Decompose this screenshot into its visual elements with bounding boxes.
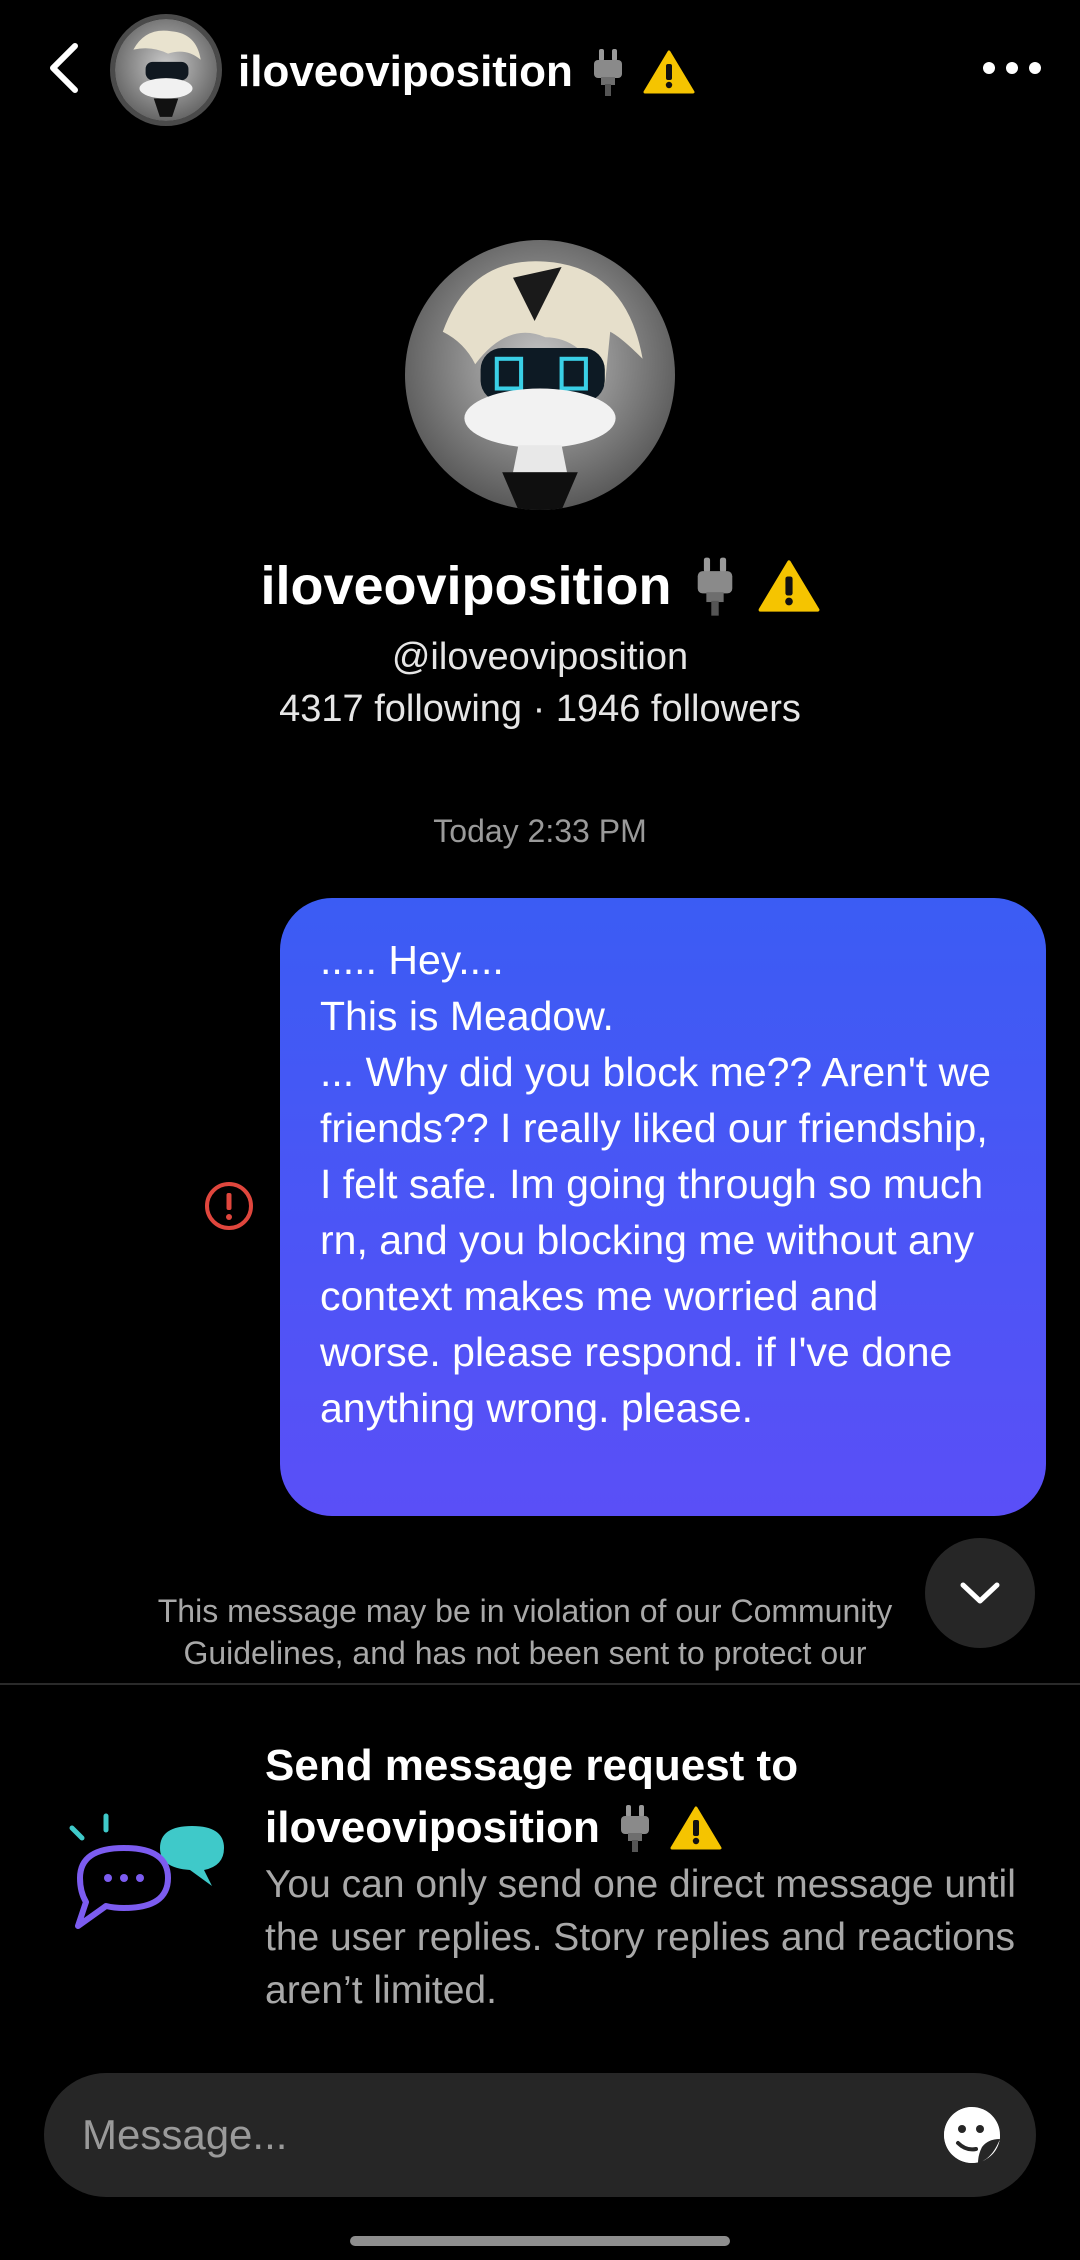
home-indicator[interactable] (350, 2236, 730, 2246)
back-chevron-icon (50, 43, 78, 93)
sticker-icon (944, 2107, 1000, 2163)
header-avatar[interactable] (110, 14, 222, 126)
avatar-image (115, 19, 217, 121)
chat-bubbles-icon (62, 1808, 240, 1938)
warning-icon (758, 560, 819, 612)
warning-icon (670, 1806, 722, 1850)
message-timestamp: Today 2:33 PM (433, 813, 647, 849)
plug-icon (697, 557, 732, 616)
more-options-button[interactable] (972, 38, 1052, 98)
plug-icon (593, 49, 622, 96)
send-error-icon[interactable] (203, 1180, 255, 1232)
header-username-text: iloveoviposition (238, 47, 573, 96)
request-description: You can only send one direct message unt… (265, 1863, 1016, 2012)
profile-display-name: iloveoviposition (0, 555, 1080, 617)
profile-avatar[interactable] (405, 240, 675, 510)
plug-icon (620, 1805, 649, 1852)
message-input[interactable] (80, 2110, 940, 2160)
profile-display-name-text: iloveoviposition (260, 556, 672, 616)
warning-icon (643, 50, 695, 94)
sticker-button[interactable] (940, 2103, 1004, 2167)
more-icon (983, 62, 1041, 74)
request-title-line: Send message request to (265, 1741, 799, 1790)
request-title-name-line: iloveoviposition (265, 1797, 1045, 1859)
profile-stats: 4317 following · 1946 followers (279, 688, 801, 730)
scroll-to-bottom-button[interactable] (925, 1538, 1035, 1648)
profile-handle: @iloveoviposition (391, 636, 689, 678)
sent-message-bubble[interactable]: ..... Hey.... This is Meadow. ... Why di… (280, 898, 1046, 1516)
request-title: Send message request to iloveoviposition (265, 1735, 1045, 1859)
message-composer (44, 2073, 1036, 2197)
request-title-username: iloveoviposition (265, 1803, 600, 1852)
violation-notice: This message may be in violation of our … (157, 1593, 893, 1682)
chevron-down-icon (960, 1582, 1000, 1604)
avatar-image (405, 240, 675, 510)
back-button[interactable] (30, 28, 100, 108)
divider (0, 1683, 1080, 1685)
header-username[interactable]: iloveoviposition (238, 42, 695, 102)
